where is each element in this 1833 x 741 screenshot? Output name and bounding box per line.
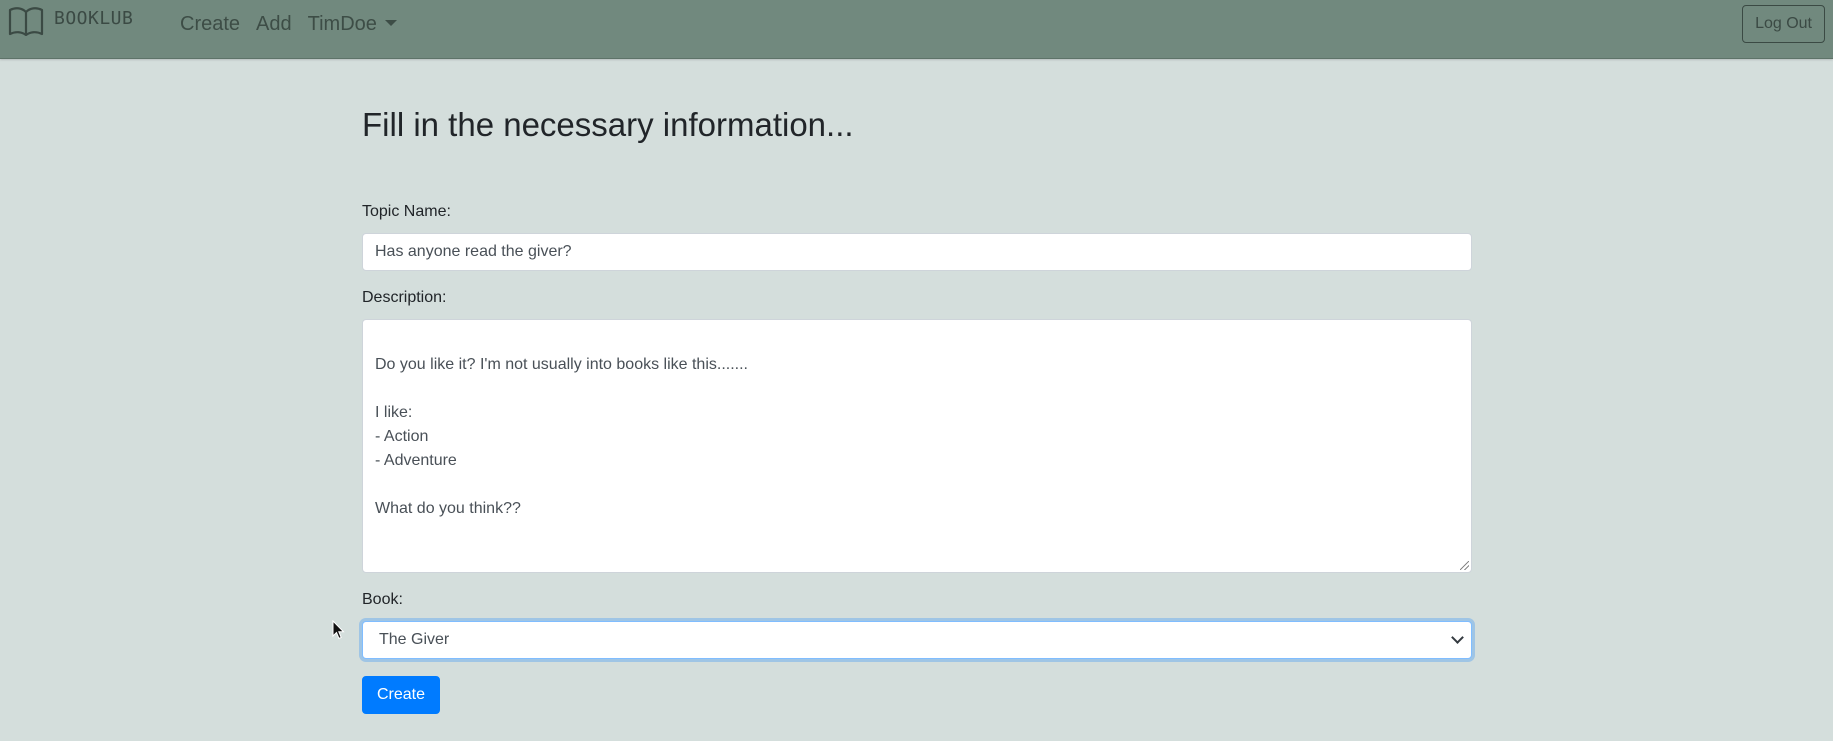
logout-button[interactable]: Log Out xyxy=(1742,5,1825,43)
description-textarea[interactable]: Do you like it? I'm not usually into boo… xyxy=(362,319,1472,573)
create-button[interactable]: Create xyxy=(362,676,441,714)
user-dropdown-label: TimDoe xyxy=(307,13,377,35)
brand[interactable]: BOOKLUB xyxy=(8,6,133,36)
page-title: Fill in the necessary information... xyxy=(362,106,854,143)
topic-name-label: Topic Name: xyxy=(362,203,451,220)
book-label: Book: xyxy=(362,591,403,608)
user-dropdown-toggle[interactable]: TimDoe xyxy=(308,13,397,36)
description-label: Description: xyxy=(362,289,447,306)
nav-add-link[interactable]: Add xyxy=(256,13,292,36)
description-text: Do you like it? I'm not usually into boo… xyxy=(375,356,748,517)
mouse-pointer-icon xyxy=(332,619,346,645)
book-select-value: The Giver xyxy=(379,631,450,648)
nav-links: Create Add TimDoe xyxy=(180,13,397,36)
resize-handle-icon[interactable] xyxy=(1460,561,1469,570)
chevron-down-icon xyxy=(1451,631,1464,644)
book-select[interactable]: The Giver xyxy=(362,621,1472,659)
brand-name: BOOKLUB xyxy=(54,7,134,29)
caret-down-icon xyxy=(384,20,397,26)
nav-create-link[interactable]: Create xyxy=(180,13,240,36)
topic-name-input[interactable]: Has anyone read the giver? xyxy=(362,233,1472,271)
navbar: BOOKLUB Create Add TimDoe Log Out xyxy=(0,0,1833,59)
open-book-icon xyxy=(8,6,44,36)
